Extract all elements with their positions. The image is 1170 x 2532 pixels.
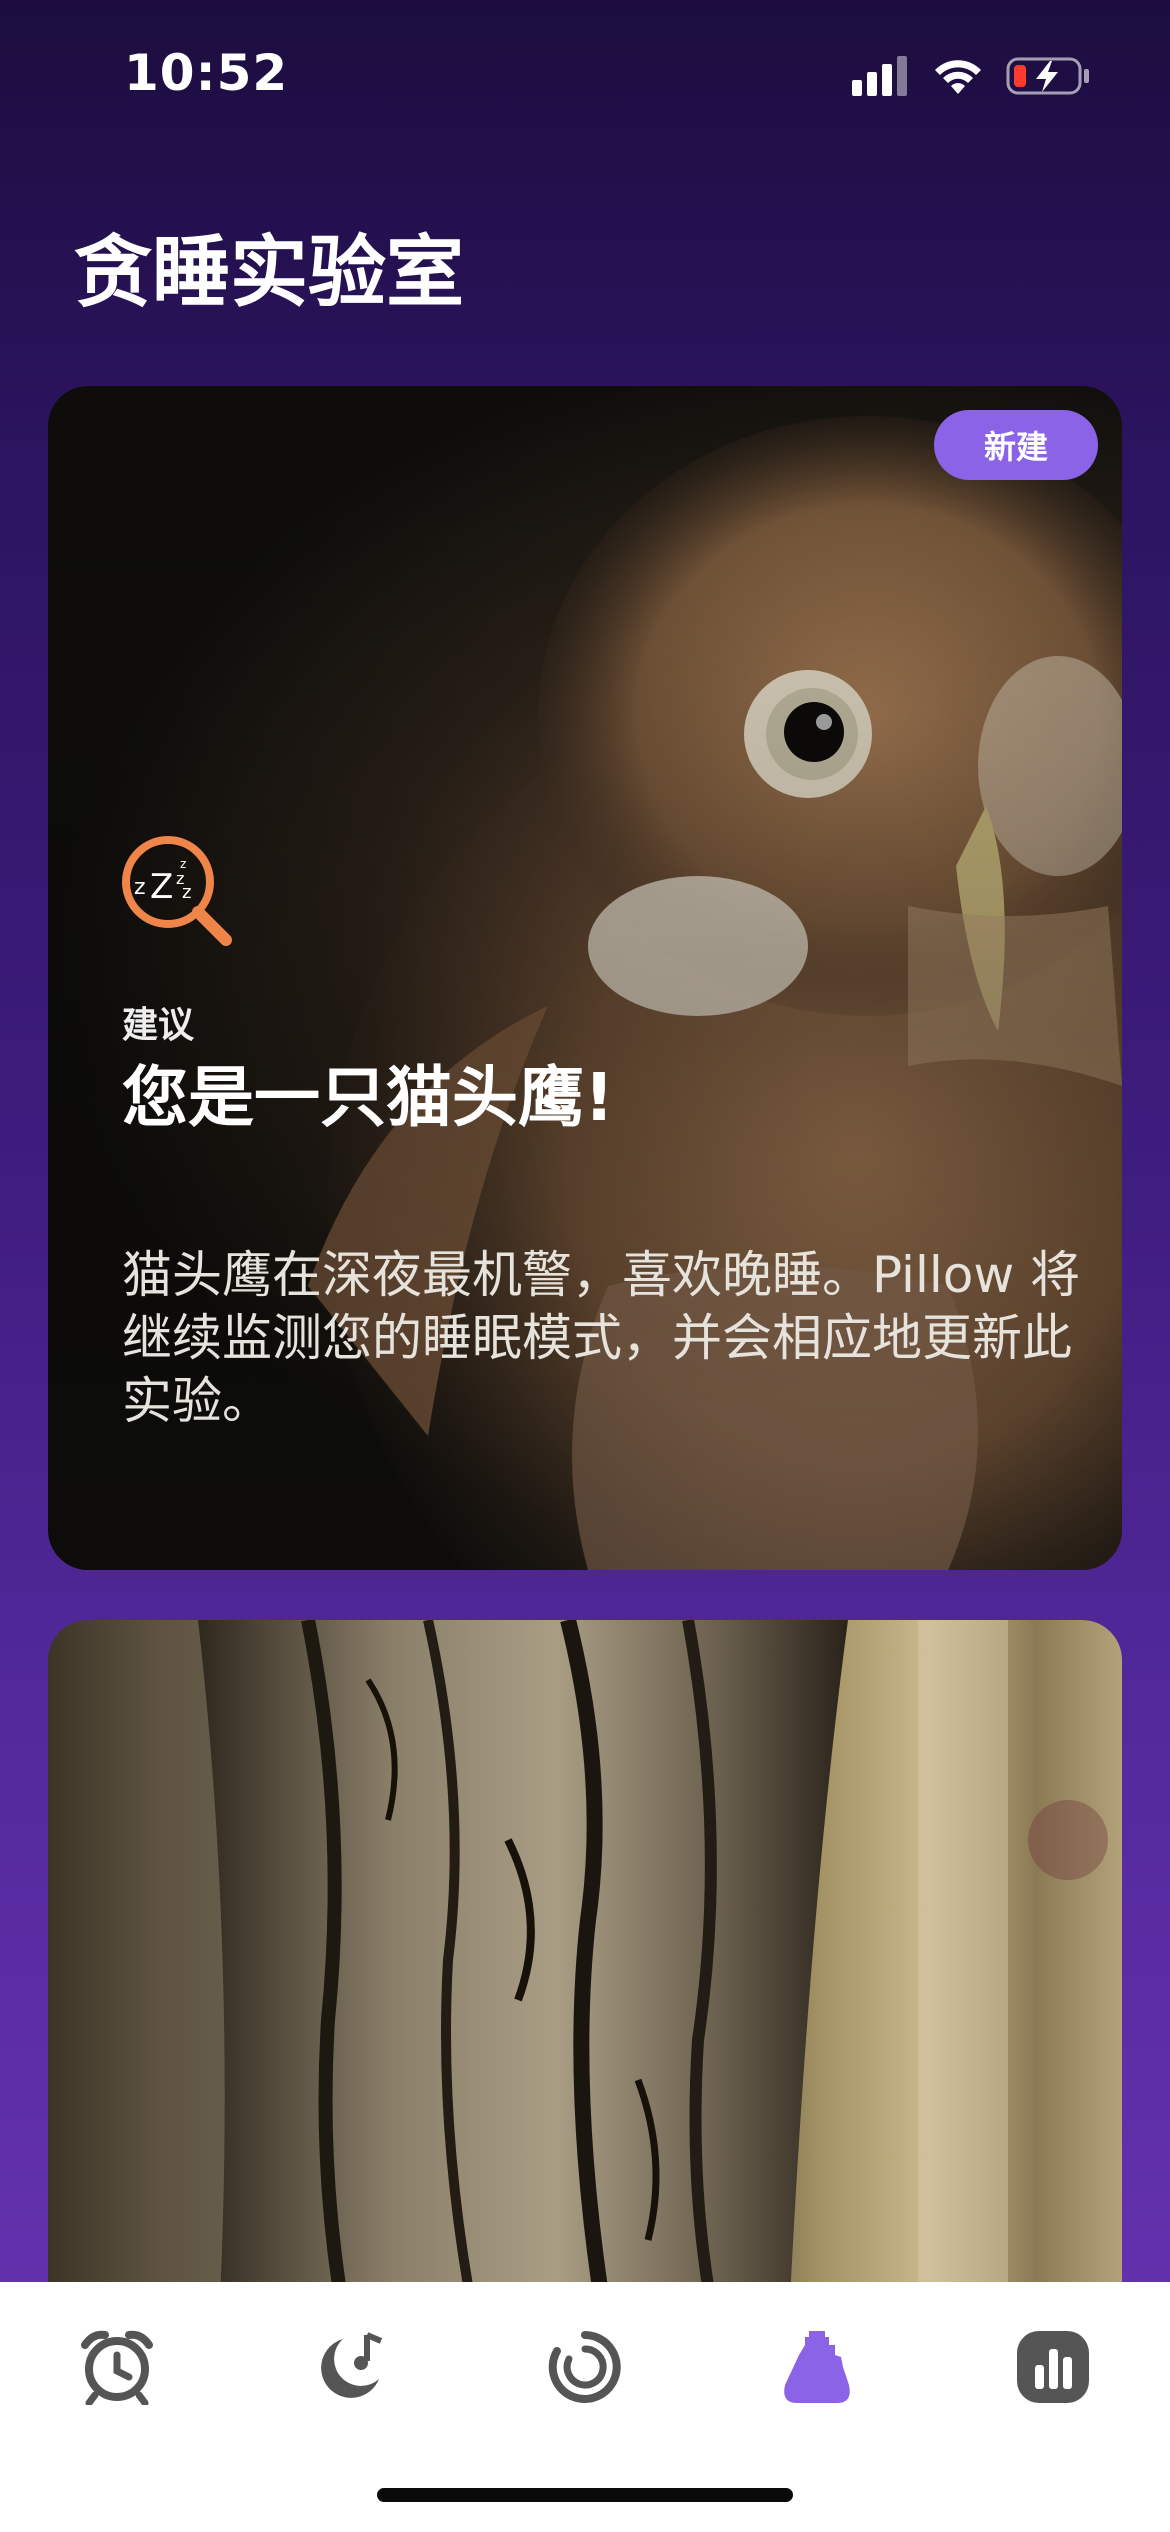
tab-sleep-session[interactable] — [540, 2322, 630, 2412]
status-icons — [852, 56, 1090, 96]
moon-note-icon — [321, 2332, 383, 2398]
tab-statistics[interactable] — [1008, 2322, 1098, 2412]
home-indicator[interactable] — [377, 2488, 793, 2502]
owl-chronotype-card[interactable]: 新建 z Z z z z 建议 您是一只猫头鹰! 猫头鹰在深夜最机警，喜欢晚睡。… — [48, 386, 1122, 1570]
sleep-search-icon: z Z z z z — [122, 836, 232, 946]
cellular-signal-icon — [852, 56, 907, 96]
progress-ring-icon — [548, 2331, 621, 2403]
tab-snooze-lab[interactable] — [772, 2322, 862, 2412]
tree-experiment-card[interactable] — [48, 1620, 1122, 2340]
card-headline: 您是一只猫头鹰! — [122, 1059, 615, 1136]
page-title: 贪睡实验室 — [74, 228, 465, 318]
tree-trunk-photo — [198, 1620, 1108, 2340]
battery-charging-icon — [1006, 57, 1089, 95]
bar-chart-icon — [1017, 2331, 1089, 2403]
status-bar: 10:52 — [0, 0, 1170, 150]
svg-text:z: z — [180, 857, 186, 871]
tab-sleep-sounds[interactable] — [304, 2322, 394, 2412]
svg-text:Z: Z — [150, 867, 173, 907]
card-kicker: 建议 — [122, 1005, 195, 1046]
status-time: 10:52 — [124, 44, 289, 102]
tab-alarm[interactable] — [72, 2322, 162, 2412]
svg-text:z: z — [182, 882, 191, 903]
wifi-icon — [935, 60, 981, 94]
card-description: 猫头鹰在深夜最机警，喜欢晚睡。Pillow 将继续监测您的睡眠模式，并会相应地更… — [122, 1246, 1081, 1430]
new-badge-button[interactable]: 新建 — [934, 410, 1098, 480]
svg-text:z: z — [134, 875, 146, 900]
flask-icon — [784, 2331, 850, 2403]
alarm-clock-icon — [81, 2330, 153, 2405]
